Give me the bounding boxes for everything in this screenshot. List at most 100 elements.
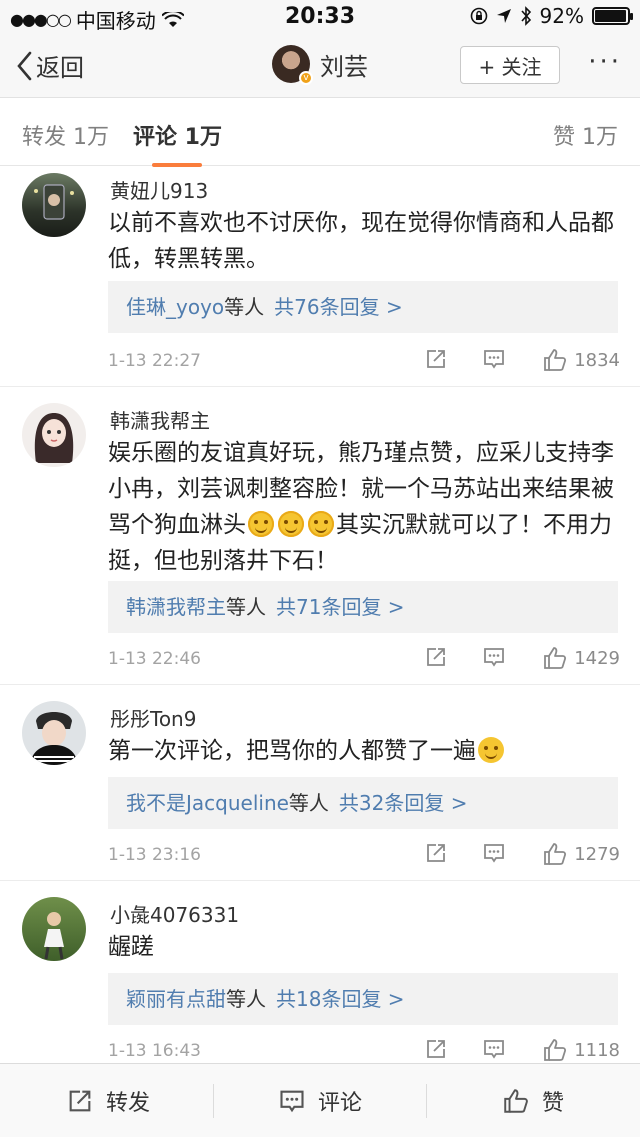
user-name: 刘芸 [320, 52, 368, 81]
replies-who[interactable]: 颖丽有点甜 [126, 987, 226, 1011]
replies-who[interactable]: 佳琳_yoyo [126, 295, 224, 319]
rotation-lock-icon [470, 7, 487, 25]
replies-count[interactable]: 共32条回复 > [339, 791, 468, 815]
comment-time: 1-13 22:46 [108, 649, 201, 669]
tab-repost[interactable]: 转发 1万 [22, 119, 109, 151]
like-count: 1834 [574, 349, 620, 371]
comment-icon[interactable] [482, 645, 506, 669]
like-button[interactable]: 1279 [542, 841, 620, 867]
chevron-left-icon [17, 51, 32, 80]
repost-icon[interactable] [424, 645, 448, 669]
comment-meta: 1-13 22:27 1834 [108, 347, 620, 375]
comment-item: 韩潇我帮主 娱乐圈的友谊真好玩，熊乃瑾点赞，应采儿支持李小冉，刘芸讽刺整容脸！就… [0, 387, 640, 685]
location-icon [496, 9, 511, 23]
comment-author[interactable]: 韩潇我帮主 [110, 405, 210, 434]
thumbs-up-icon [544, 647, 567, 669]
bottom-comment-button[interactable]: 评论 [278, 1064, 362, 1138]
replies-box[interactable]: 颖丽有点甜等人 共18条回复 > [108, 973, 618, 1025]
like-button[interactable]: 1118 [542, 1037, 620, 1063]
divider [426, 1084, 427, 1118]
bottom-like-button[interactable]: 赞 [502, 1064, 564, 1138]
repost-icon[interactable] [424, 841, 448, 865]
avatar[interactable] [22, 701, 86, 765]
laugh-cry-emoji-icon [248, 511, 274, 537]
comment-text: 以前不喜欢也不讨厌你，现在觉得你情商和人品都低，转黑转黑。 [108, 210, 614, 272]
comment-list[interactable]: 黄妞儿913 以前不喜欢也不讨厌你，现在觉得你情商和人品都低，转黑转黑。 佳琳_… [0, 167, 640, 1063]
tab-like[interactable]: 赞 1万 [553, 119, 618, 151]
comment-time: 1-13 23:16 [108, 845, 201, 865]
comment-text: 第一次评论，把骂你的人都赞了一遍 [108, 733, 623, 769]
like-count: 1118 [574, 1039, 620, 1061]
comment-time: 1-13 22:27 [108, 351, 201, 371]
thumbs-up-icon [504, 1089, 528, 1113]
replies-count[interactable]: 共18条回复 > [276, 987, 405, 1011]
repost-icon [69, 1090, 91, 1112]
status-right: 92% [470, 4, 633, 28]
verified-badge-icon: v [299, 71, 313, 85]
like-count: 1279 [574, 843, 620, 865]
comment-author[interactable]: 彤彤Ton9 [110, 703, 196, 732]
bottom-action-bar: 转发 评论 赞 [0, 1063, 640, 1137]
comment-meta: 1-13 22:46 1429 [108, 645, 620, 673]
comment-meta: 1-13 23:16 1279 [108, 841, 620, 869]
replies-box[interactable]: 我不是Jacqueline等人 共32条回复 > [108, 777, 618, 829]
repost-icon[interactable] [424, 1037, 448, 1061]
smile-emoji-icon [478, 737, 504, 763]
avatar[interactable] [22, 897, 86, 961]
comment-text: 娱乐圈的友谊真好玩，熊乃瑾点赞，应采儿支持李小冉，刘芸讽刺整容脸！就一个马苏站出… [108, 435, 623, 579]
tab-comment[interactable]: 评论 1万 [133, 119, 222, 167]
replies-etc: 等人 [288, 791, 329, 815]
replies-box[interactable]: 韩潇我帮主等人 共71条回复 > [108, 581, 618, 633]
comment-author[interactable]: 小彘4076331 [110, 899, 239, 928]
tab-bar: 转发 1万 评论 1万 赞 1万 [0, 98, 640, 167]
bottom-repost-label: 转发 [106, 1091, 151, 1116]
thumbs-up-icon [544, 349, 567, 371]
comment-text: 龌蹉 [108, 934, 154, 960]
replies-etc: 等人 [226, 595, 266, 619]
follow-button[interactable]: + 关注 [460, 46, 560, 84]
bluetooth-icon [520, 6, 531, 26]
comment-icon [280, 1090, 304, 1113]
battery-percent: 92% [539, 4, 584, 28]
comment-text-part: 第一次评论，把骂你的人都赞了一遍 [108, 738, 476, 764]
replies-count[interactable]: 共76条回复 > [274, 295, 403, 319]
bottom-repost-button[interactable]: 转发 [66, 1064, 150, 1138]
more-icon[interactable]: ··· [588, 49, 622, 75]
replies-who[interactable]: 韩潇我帮主 [126, 595, 226, 619]
comment-icon[interactable] [482, 347, 506, 371]
back-label: 返回 [36, 54, 84, 82]
bottom-like-label: 赞 [542, 1091, 565, 1116]
comment-item: 彤彤Ton9 第一次评论，把骂你的人都赞了一遍 我不是Jacqueline等人共… [0, 685, 640, 881]
like-button[interactable]: 1834 [542, 347, 620, 373]
thumbs-up-icon [544, 1039, 567, 1061]
replies-who[interactable]: 我不是Jacqueline [126, 791, 289, 815]
replies-etc: 等人 [224, 295, 265, 319]
replies-count[interactable]: 共71条回复 > [276, 595, 405, 619]
comment-meta: 1-13 16:43 1118 [108, 1037, 620, 1063]
laugh-cry-emoji-icon [278, 511, 304, 537]
nav-user[interactable]: v 刘芸 [272, 45, 368, 85]
comment-icon[interactable] [482, 841, 506, 865]
status-bar: ●●●○○ 中国移动 20:33 92% [0, 0, 640, 34]
user-avatar: v [272, 45, 313, 85]
divider [213, 1084, 214, 1118]
comment-time: 1-13 16:43 [108, 1041, 201, 1061]
like-button[interactable]: 1429 [542, 645, 620, 671]
avatar[interactable] [22, 403, 86, 467]
comment-author[interactable]: 黄妞儿913 [110, 175, 208, 204]
comment-item: 小彘4076331 龌蹉 颖丽有点甜等人 共18条回复 > 1-13 16:43 … [0, 881, 640, 1063]
nav-bar: 返回 v 刘芸 + 关注 ··· [0, 34, 640, 98]
bottom-comment-label: 评论 [318, 1091, 363, 1116]
back-button[interactable]: 返回 [16, 48, 84, 83]
replies-etc: 等人 [226, 987, 266, 1011]
avatar[interactable] [22, 173, 86, 237]
battery-icon [592, 7, 633, 25]
replies-box[interactable]: 佳琳_yoyo等人 共76条回复 > [108, 281, 618, 333]
laugh-cry-emoji-icon [308, 511, 334, 537]
comment-item: 黄妞儿913 以前不喜欢也不讨厌你，现在觉得你情商和人品都低，转黑转黑。 佳琳_… [0, 167, 640, 387]
thumbs-up-icon [544, 843, 567, 865]
repost-icon[interactable] [424, 347, 448, 371]
comment-icon[interactable] [482, 1037, 506, 1061]
tab-comment-label: 评论 1万 [133, 125, 222, 150]
like-count: 1429 [574, 647, 620, 669]
